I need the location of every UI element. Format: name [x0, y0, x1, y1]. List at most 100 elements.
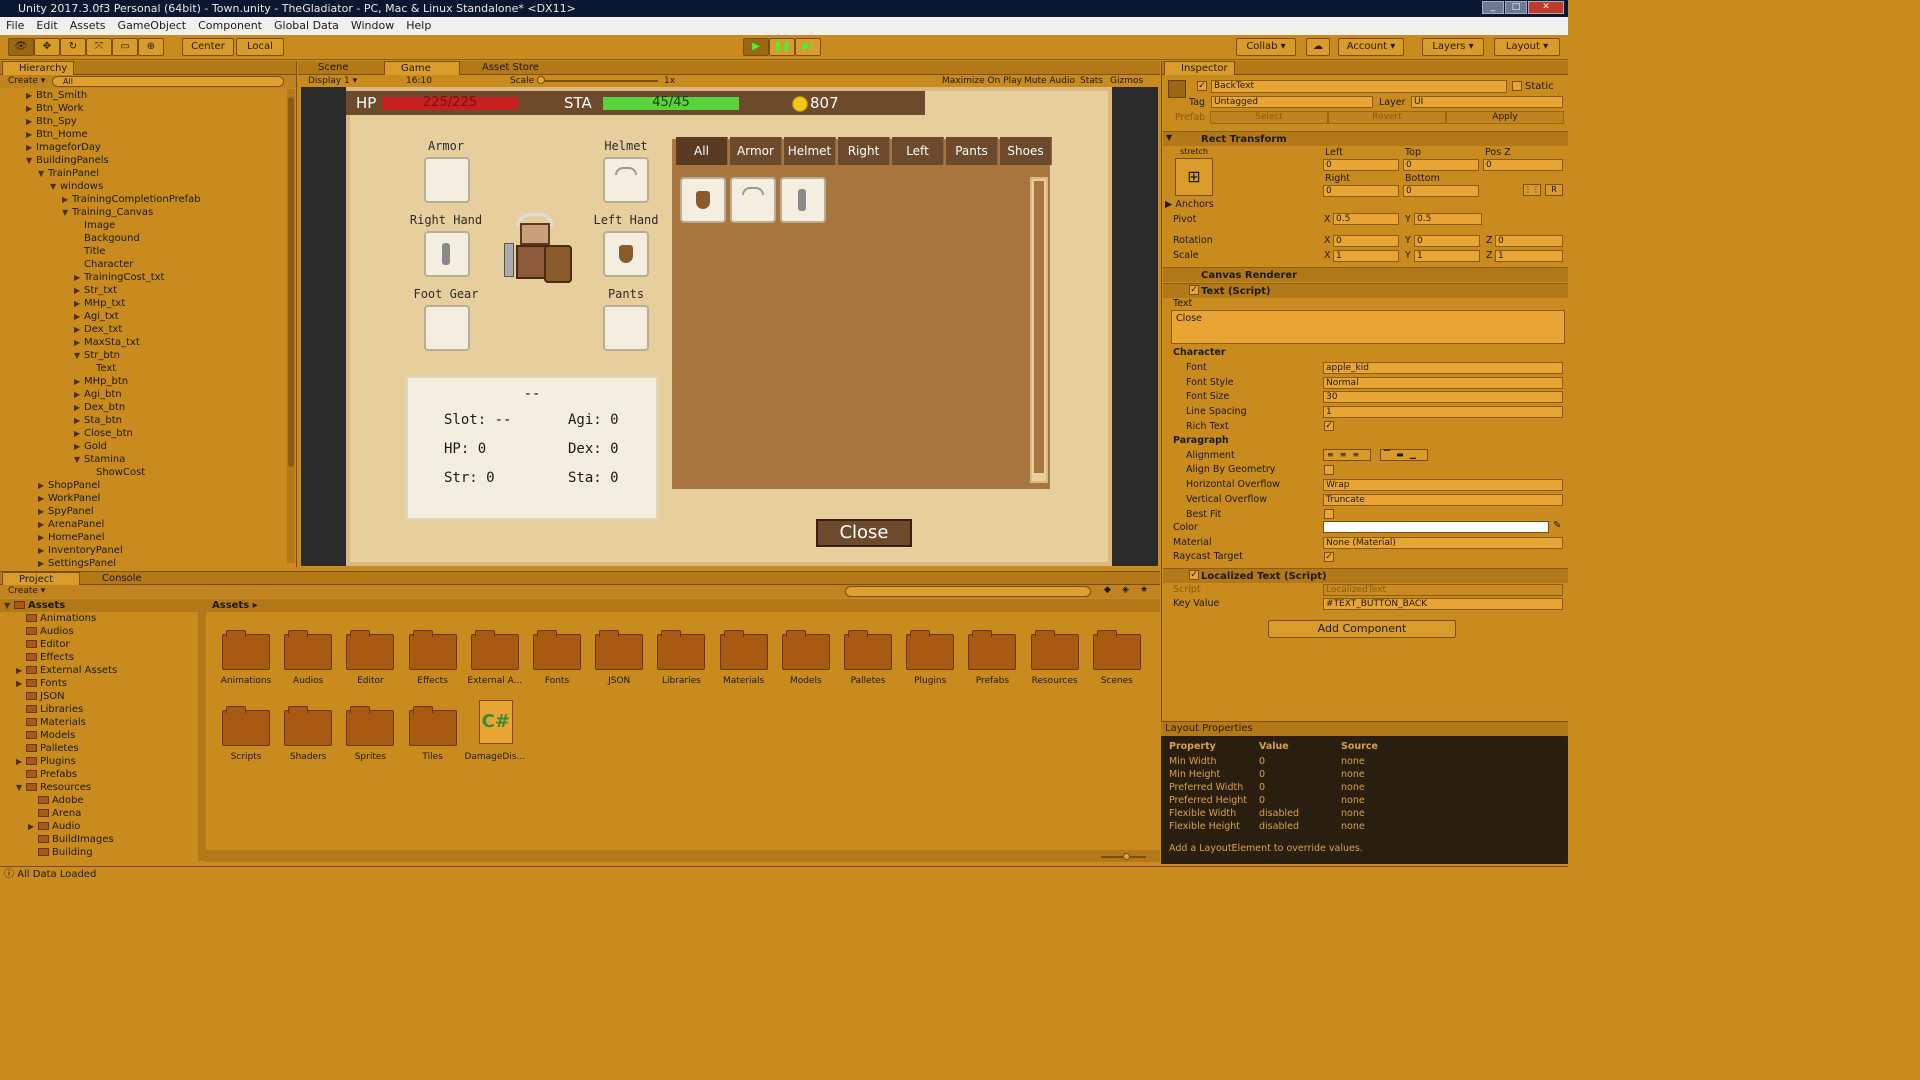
object-name-field[interactable]: BackText: [1211, 80, 1507, 93]
font-field[interactable]: apple_kid: [1323, 362, 1563, 374]
foot-gear-slot[interactable]: [424, 305, 470, 351]
localized-enabled-checkbox[interactable]: ✓: [1189, 570, 1199, 580]
left-hand-slot[interactable]: [603, 231, 649, 277]
mute-audio-button[interactable]: Mute Audio: [1024, 75, 1075, 87]
collapse-arrow-icon[interactable]: ▶: [38, 531, 48, 544]
inventory-tab-shoes[interactable]: Shoes: [1000, 137, 1052, 165]
posz-field[interactable]: 0: [1483, 159, 1563, 171]
rect-transform-header[interactable]: Rect Transform: [1163, 131, 1568, 146]
asset-folder[interactable]: Shaders: [273, 706, 343, 770]
hierarchy-item[interactable]: ▶ WorkPanel: [0, 492, 285, 505]
hierarchy-item[interactable]: ▶ Agi_txt: [0, 310, 285, 323]
right-field[interactable]: 0: [1323, 185, 1399, 197]
scale-z-field[interactable]: 1: [1495, 250, 1563, 262]
hierarchy-create-button[interactable]: Create ▾: [8, 76, 45, 86]
hierarchy-item[interactable]: ▶ MHp_btn: [0, 375, 285, 388]
collapse-arrow-icon[interactable]: ▶: [74, 440, 84, 453]
asset-folder[interactable]: Audios: [273, 630, 343, 694]
asset-folder[interactable]: Scenes: [1082, 630, 1152, 694]
project-folder-item[interactable]: Arena: [0, 807, 198, 820]
pause-button[interactable]: ❚❚: [769, 38, 795, 56]
hierarchy-item[interactable]: ▶ Sta_btn: [0, 414, 285, 427]
asset-folder[interactable]: Libraries: [646, 630, 716, 694]
blueprint-mode-button[interactable]: ⋮⋮: [1523, 184, 1541, 196]
collapse-arrow-icon[interactable]: ▶: [38, 518, 48, 531]
account-dropdown[interactable]: Account ▾: [1338, 38, 1404, 56]
asset-zoom-slider[interactable]: [1101, 853, 1146, 860]
font-size-field[interactable]: 30: [1323, 391, 1563, 403]
rotate-tool-icon[interactable]: ↻: [60, 38, 86, 56]
gizmos-dropdown[interactable]: Gizmos: [1110, 75, 1143, 87]
rotation-x-field[interactable]: 0: [1333, 235, 1399, 247]
hierarchy-item[interactable]: ▶ SpyPanel: [0, 505, 285, 518]
collapse-arrow-icon[interactable]: ▶: [38, 544, 48, 557]
scale-tool-icon[interactable]: ⤧: [86, 38, 112, 56]
project-folder-item[interactable]: Animations: [0, 612, 198, 625]
hierarchy-item[interactable]: Text: [0, 362, 285, 375]
project-folder-item[interactable]: Models: [0, 729, 198, 742]
hierarchy-item[interactable]: ▼ BuildingPanels: [0, 154, 285, 167]
menu-assets[interactable]: Assets: [64, 19, 112, 32]
vertical-alignment-buttons[interactable]: ▔▬▁: [1380, 449, 1428, 461]
inventory-scrollbar[interactable]: [1030, 177, 1048, 483]
project-folder-item[interactable]: BuildImages: [0, 833, 198, 846]
folder-arrow-icon[interactable]: ▼: [4, 599, 14, 612]
add-component-button[interactable]: Add Component: [1268, 620, 1456, 638]
move-tool-icon[interactable]: ✥: [34, 38, 60, 56]
hierarchy-item[interactable]: ▶ TrainingCompletionPrefab: [0, 193, 285, 206]
project-folder-item[interactable]: ▼ Assets: [0, 599, 198, 612]
collapse-arrow-icon[interactable]: ▶: [26, 89, 36, 102]
asset-folder[interactable]: Editor: [335, 630, 405, 694]
hierarchy-item[interactable]: Image: [0, 219, 285, 232]
inventory-tab-armor[interactable]: Armor: [730, 137, 782, 165]
project-folder-item[interactable]: Building: [0, 846, 198, 859]
layout-dropdown[interactable]: Layout ▾: [1494, 38, 1560, 56]
transform-tool-icon[interactable]: ⊕: [138, 38, 164, 56]
project-folder-item[interactable]: Audios: [0, 625, 198, 638]
eyedropper-icon[interactable]: ✎: [1553, 520, 1561, 531]
prefab-revert-button[interactable]: Revert: [1328, 111, 1446, 124]
hierarchy-item[interactable]: ▶ Btn_Smith: [0, 89, 285, 102]
collapse-arrow-icon[interactable]: ▶: [38, 505, 48, 518]
aspect-dropdown[interactable]: 16:10: [406, 75, 432, 87]
folder-arrow-icon[interactable]: ▼: [16, 781, 26, 794]
asset-folder[interactable]: Tiles: [398, 706, 468, 770]
helmet-slot[interactable]: [603, 157, 649, 203]
horizontal-alignment-buttons[interactable]: ≡≡≡: [1323, 449, 1371, 461]
display-dropdown[interactable]: Display 1 ▾: [308, 75, 357, 87]
pivot-x-field[interactable]: 0.5: [1333, 213, 1399, 225]
step-button[interactable]: ▶|: [795, 38, 821, 56]
top-field[interactable]: 0: [1403, 159, 1479, 171]
tab-project[interactable]: Project: [2, 572, 80, 586]
collapse-arrow-icon[interactable]: ▶: [38, 557, 48, 570]
menu-help[interactable]: Help: [400, 19, 437, 32]
tab-asset-store[interactable]: Asset Store: [466, 61, 545, 75]
rotation-z-field[interactable]: 0: [1495, 235, 1563, 247]
scale-slider[interactable]: [537, 76, 658, 84]
pants-slot[interactable]: [603, 305, 649, 351]
rich-text-checkbox[interactable]: ✓: [1324, 421, 1334, 431]
hierarchy-tab[interactable]: Hierarchy: [2, 61, 75, 75]
hierarchy-item[interactable]: ▼ windows: [0, 180, 285, 193]
raycast-checkbox[interactable]: ✓: [1324, 552, 1334, 562]
collapse-arrow-icon[interactable]: ▶: [38, 479, 48, 492]
inventory-item-shield[interactable]: [680, 177, 726, 223]
asset-script[interactable]: C# DamageDis...: [460, 700, 530, 770]
tab-console[interactable]: Console: [86, 572, 148, 586]
project-folder-item[interactable]: Effects: [0, 651, 198, 664]
close-button[interactable]: Close: [816, 519, 912, 547]
stats-button[interactable]: Stats: [1080, 75, 1103, 87]
project-create-button[interactable]: Create ▾: [8, 586, 45, 596]
hierarchy-item[interactable]: ▶ Dex_btn: [0, 401, 285, 414]
project-folder-item[interactable]: ▶ Plugins: [0, 755, 198, 768]
bottom-field[interactable]: 0: [1403, 185, 1479, 197]
project-folder-item[interactable]: ▼ Resources: [0, 781, 198, 794]
hierarchy-item[interactable]: ▶ Dex_txt: [0, 323, 285, 336]
close-window-button[interactable]: ✕: [1528, 1, 1564, 14]
canvas-renderer-header[interactable]: Canvas Renderer: [1163, 267, 1568, 282]
collapse-arrow-icon[interactable]: ▶: [74, 336, 84, 349]
static-checkbox[interactable]: [1512, 81, 1522, 91]
hierarchy-item[interactable]: ▶ ArenaPanel: [0, 518, 285, 531]
project-tree-scrollbar[interactable]: [198, 599, 206, 861]
hierarchy-item[interactable]: ▶ Btn_Home: [0, 128, 285, 141]
